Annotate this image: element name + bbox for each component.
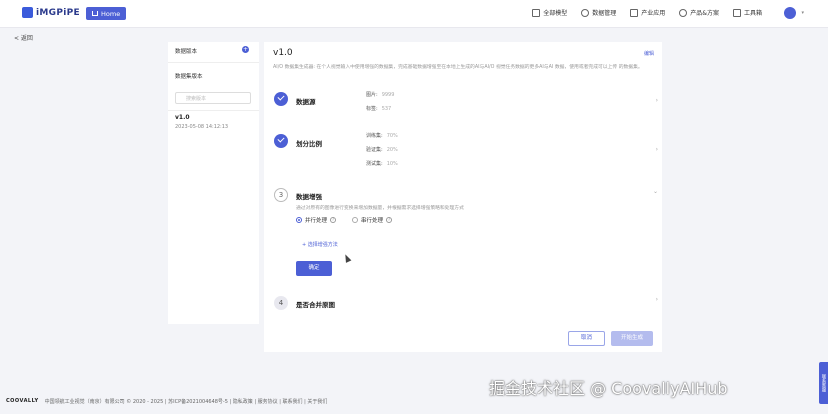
start-generate-button[interactable]: 开始生成 <box>611 331 653 346</box>
step-title-augmentation: 数据增强 <box>296 193 322 201</box>
footer-brand: COOVALLY <box>6 398 39 404</box>
kv-value: 9999 <box>381 92 395 98</box>
nav-data-management-label: 数据管理 <box>592 10 617 17</box>
version-detail-panel: v1.0 编辑 AI/O 数据集生成器: 在个人视觉输入中使用增强的数据集，完成… <box>264 42 662 352</box>
back-link[interactable]: < 返回 <box>14 33 33 42</box>
top-bar: iMGPiPE Home 全部模型 数据管理 产业应用 产品&方案 工具箱 ▾ <box>0 0 828 28</box>
database-icon <box>581 8 590 17</box>
version-date: 2023-05-08 14:12:13 <box>175 124 229 130</box>
divider <box>168 62 259 63</box>
contact-support-tab[interactable]: 联系客服 <box>819 362 828 404</box>
kv-key: 标签: <box>366 106 378 112</box>
kv-key: 验证集: <box>366 147 383 153</box>
chevron-right-icon[interactable]: › <box>656 146 658 153</box>
cancel-button[interactable]: 取消 <box>568 331 605 346</box>
step-done-check-icon <box>274 92 288 106</box>
kv-value: 20% <box>386 147 398 153</box>
footer: COOVALLY 中国领航工业视觉（南京）有限公司 © 2020 - 2025 … <box>6 398 327 405</box>
version-sidebar: 数据版本 + 数据集版本 搜索版本 v1.0 2023-05-08 14:12:… <box>168 42 259 324</box>
kv-val: 验证集: 20% <box>366 146 398 153</box>
logo-icon <box>22 7 33 18</box>
chevron-right-icon[interactable]: › <box>656 97 658 104</box>
step-number: 3 <box>274 188 288 202</box>
page-description: AI/O 数据集生成器: 在个人视觉输入中使用增强的数据集，完成基础数据增强至在… <box>273 65 643 70</box>
kv-key: 测试集: <box>366 161 383 167</box>
kv-value: 10% <box>386 161 398 167</box>
kv-value: 70% <box>386 133 398 139</box>
nav-products-label: 产品&方案 <box>690 10 719 17</box>
kv-value: 537 <box>381 106 392 112</box>
step-done-check-icon <box>274 134 288 148</box>
version-search-input[interactable]: 搜索版本 <box>175 92 251 104</box>
top-nav: 全部模型 数据管理 产业应用 产品&方案 工具箱 <box>532 8 762 17</box>
factory-icon <box>630 8 639 17</box>
nav-all-models[interactable]: 全部模型 <box>532 8 567 17</box>
home-icon <box>92 11 98 16</box>
nav-all-models-label: 全部模型 <box>543 10 568 17</box>
step-title-data-source: 数据源 <box>296 98 316 106</box>
watermark: 掘金技术社区 @ CoovallyAIHub <box>489 379 728 398</box>
page-title: v1.0 <box>273 48 293 58</box>
nav-toolbox-label: 工具箱 <box>743 10 762 17</box>
avatar[interactable] <box>784 7 796 19</box>
chevron-down-icon[interactable]: ⌄ <box>653 188 658 195</box>
nav-data-management[interactable]: 数据管理 <box>581 8 616 17</box>
logo-text: iMGPiPE <box>36 7 80 18</box>
nav-toolbox[interactable]: 工具箱 <box>732 8 762 17</box>
edit-link[interactable]: 编辑 <box>644 50 654 57</box>
kv-test: 测试集: 10% <box>366 160 398 167</box>
kv-images: 图片: 9999 <box>366 91 394 98</box>
home-button[interactable]: Home <box>86 7 127 20</box>
home-label: Home <box>101 9 121 18</box>
step-title-split-ratio: 划分比例 <box>296 140 322 148</box>
nav-products[interactable]: 产品&方案 <box>679 8 719 17</box>
kv-train: 训练集: 70% <box>366 132 398 139</box>
chevron-down-icon[interactable]: ▾ <box>801 10 804 16</box>
logo[interactable]: iMGPiPE <box>22 7 80 18</box>
grid-icon <box>532 8 541 17</box>
data-version-label: 数据版本 <box>175 49 198 55</box>
nav-industry-label: 产业应用 <box>641 10 666 17</box>
divider <box>168 110 259 111</box>
footer-text[interactable]: 中国领航工业视觉（南京）有限公司 © 2020 - 2025 | 苏ICP备20… <box>45 398 328 405</box>
kv-labels: 标签: 537 <box>366 105 391 112</box>
add-version-icon[interactable]: + <box>242 46 249 53</box>
kv-key: 图片: <box>366 92 378 98</box>
version-item[interactable]: v1.0 <box>175 114 190 121</box>
nav-industry[interactable]: 产业应用 <box>630 8 665 17</box>
dataset-version-label: 数据集版本 <box>175 74 203 80</box>
toolbox-icon <box>732 8 741 17</box>
kv-key: 训练集: <box>366 133 383 139</box>
shield-icon <box>679 8 688 17</box>
